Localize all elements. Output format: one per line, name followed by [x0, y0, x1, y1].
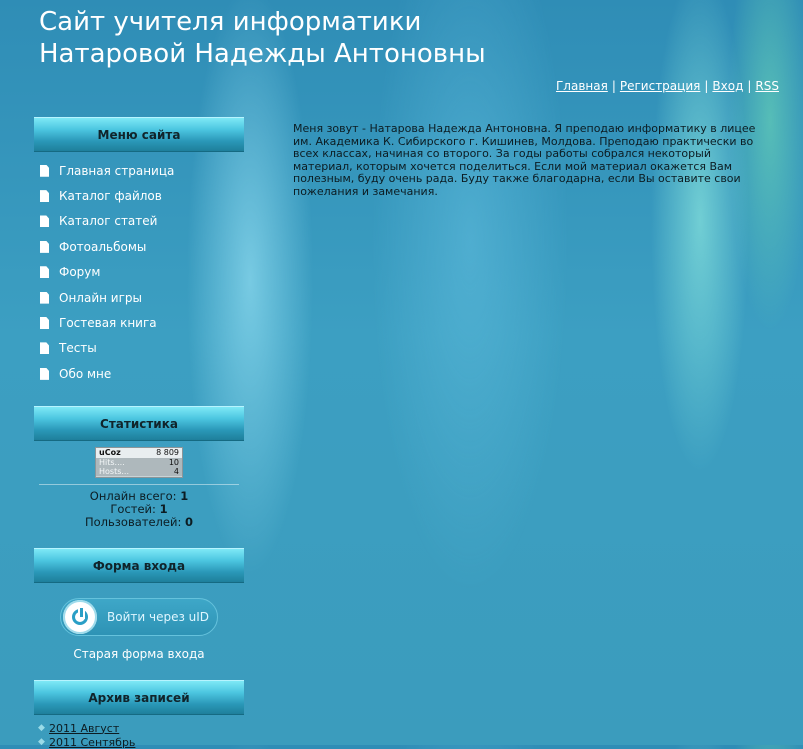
ucoz-counter[interactable]: uCoz 8 809 Hits.... 10 Hosts... 4 [95, 447, 183, 478]
site-menu: Главная страница Каталог файлов Каталог … [40, 158, 174, 387]
counter-hosts-value: 4 [173, 467, 179, 476]
online-total-label: Онлайн всего: [89, 489, 177, 503]
online-stats: Онлайн всего: 1 Гостей: 1 Пользователей:… [34, 490, 244, 529]
nav-link-rss[interactable]: RSS [755, 79, 779, 93]
menu-item-label: Форум [59, 265, 101, 280]
uid-login-label: Войти через uID [107, 610, 210, 624]
nav-link-login[interactable]: Вход [712, 79, 743, 93]
menu-block-header: Меню сайта [34, 117, 244, 152]
users-value: 0 [184, 515, 193, 529]
users-label: Пользователей: [84, 515, 182, 529]
counter-top-row: uCoz 8 809 [96, 448, 182, 458]
menu-item-games[interactable]: Онлайн игры [40, 285, 174, 310]
page-icon [40, 190, 49, 203]
nav-separator: | [704, 79, 709, 93]
page-icon [40, 317, 49, 330]
menu-item-label: Обо мне [59, 366, 112, 381]
menu-item-label: Главная страница [59, 163, 175, 178]
page-icon [40, 266, 49, 279]
page-icon [40, 215, 49, 228]
menu-item-home[interactable]: Главная страница [40, 158, 174, 183]
nav-separator: | [611, 79, 616, 93]
counter-hits-row: Hits.... 10 [96, 458, 182, 467]
page-icon [40, 367, 49, 380]
menu-item-label: Тесты [59, 341, 97, 356]
menu-item-photos[interactable]: Фотоальбомы [40, 234, 174, 259]
site-title: Сайт учителя информатики Натаровой Надеж… [39, 6, 486, 70]
nav-link-home[interactable]: Главная [556, 79, 608, 93]
menu-item-label: Онлайн игры [59, 290, 142, 305]
archive-link-2011-august[interactable]: 2011 Август [49, 722, 119, 735]
counter-hits-value: 10 [168, 458, 179, 467]
archive-item: ◆ 2011 Август [38, 721, 135, 735]
main-content-text: Меня зовут - Натарова Надежда Антоновна.… [293, 122, 756, 198]
counter-hits-label: Hits.... [99, 458, 125, 467]
counter-total: 8 809 [156, 448, 179, 457]
page-icon [40, 164, 49, 177]
menu-item-guestbook[interactable]: Гостевая книга [40, 310, 174, 335]
guests-value: 1 [159, 502, 168, 516]
page-icon [40, 240, 49, 253]
site-title-line1: Сайт учителя информатики [39, 7, 422, 37]
statistics-divider [39, 484, 239, 485]
site-title-line2: Натаровой Надежды Антоновны [39, 39, 486, 69]
menu-item-label: Гостевая книга [59, 316, 157, 331]
menu-item-about[interactable]: Обо мне [40, 361, 174, 386]
page-icon [40, 291, 49, 304]
nav-link-register[interactable]: Регистрация [620, 79, 700, 93]
archive-block-header: Архив записей [34, 680, 244, 715]
archive-link-2011-september[interactable]: 2011 Сентябрь [49, 736, 135, 749]
page-icon [40, 342, 49, 355]
menu-item-articles[interactable]: Каталог статей [40, 209, 174, 234]
online-total-value: 1 [180, 489, 189, 503]
nav-separator: | [747, 79, 752, 93]
uid-login-button[interactable]: Войти через uID [60, 598, 218, 636]
uid-power-icon [63, 600, 97, 634]
counter-brand: uCoz [99, 448, 121, 457]
menu-item-tests[interactable]: Тесты [40, 336, 174, 361]
bullet-icon: ◆ [38, 723, 45, 733]
counter-hosts-row: Hosts... 4 [96, 467, 182, 476]
top-navigation: Главная | Регистрация | Вход | RSS [556, 79, 779, 93]
bullet-icon: ◆ [38, 737, 45, 747]
old-login-form-link[interactable]: Старая форма входа [34, 647, 244, 661]
archive-item: ◆ 2011 Сентябрь [38, 735, 135, 749]
users-line: Пользователей: 0 [34, 516, 244, 529]
statistics-block-header: Статистика [34, 406, 244, 441]
counter-hosts-label: Hosts... [99, 467, 130, 476]
menu-item-forum[interactable]: Форум [40, 260, 174, 285]
menu-item-files[interactable]: Каталог файлов [40, 183, 174, 208]
menu-item-label: Каталог статей [59, 214, 158, 229]
login-block-header: Форма входа [34, 548, 244, 583]
menu-item-label: Каталог файлов [59, 189, 162, 204]
menu-item-label: Фотоальбомы [59, 239, 147, 254]
guests-label: Гостей: [110, 502, 156, 516]
